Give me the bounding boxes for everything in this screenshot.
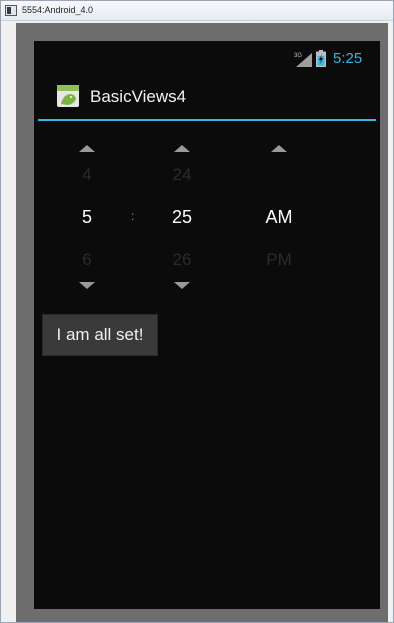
hour-next-value[interactable]: 6	[62, 250, 112, 270]
ampm-current-value[interactable]: AM	[254, 207, 304, 228]
signal-3g-icon: 3G	[294, 53, 312, 67]
hour-picker[interactable]: 4 5 6	[62, 137, 112, 297]
window-titlebar[interactable]: 5554:Android_4.0	[1, 1, 393, 21]
window-title: 5554:Android_4.0	[22, 5, 94, 15]
ampm-toggle-up-icon[interactable]	[271, 145, 287, 152]
ampm-next-value[interactable]: PM	[254, 250, 304, 270]
hour-prev-value[interactable]: 4	[62, 165, 112, 185]
time-separator: :	[131, 209, 135, 223]
hour-increment-icon[interactable]	[79, 145, 95, 152]
emulator-window-icon	[5, 5, 17, 16]
app-launcher-icon[interactable]	[56, 84, 80, 108]
minute-prev-value[interactable]: 24	[157, 165, 207, 185]
action-bar: BasicViews4	[34, 75, 380, 119]
minute-next-value[interactable]: 26	[157, 250, 207, 270]
status-bar: 3G 5:25	[34, 41, 380, 75]
action-bar-divider	[38, 119, 376, 121]
network-type-label: 3G	[294, 53, 302, 59]
device-screen: 3G 5:25 BasicViews4 4 5 6: 24 25 26 AM …	[34, 41, 380, 609]
all-set-button[interactable]: I am all set!	[42, 314, 158, 356]
emulator-window: 5554:Android_4.0 3G 5:25 BasicViews4 4 5…	[0, 0, 394, 623]
hour-current-value[interactable]: 5	[62, 207, 112, 228]
status-time: 5:25	[333, 50, 363, 67]
minute-picker[interactable]: 24 25 26	[157, 137, 207, 297]
hour-decrement-icon[interactable]	[79, 282, 95, 289]
ampm-picker[interactable]: AM PM	[254, 137, 304, 297]
battery-icon	[316, 50, 326, 67]
app-title: BasicViews4	[90, 87, 187, 106]
minute-increment-icon[interactable]	[174, 145, 190, 152]
minute-current-value[interactable]: 25	[157, 207, 207, 228]
minute-decrement-icon[interactable]	[174, 282, 190, 289]
